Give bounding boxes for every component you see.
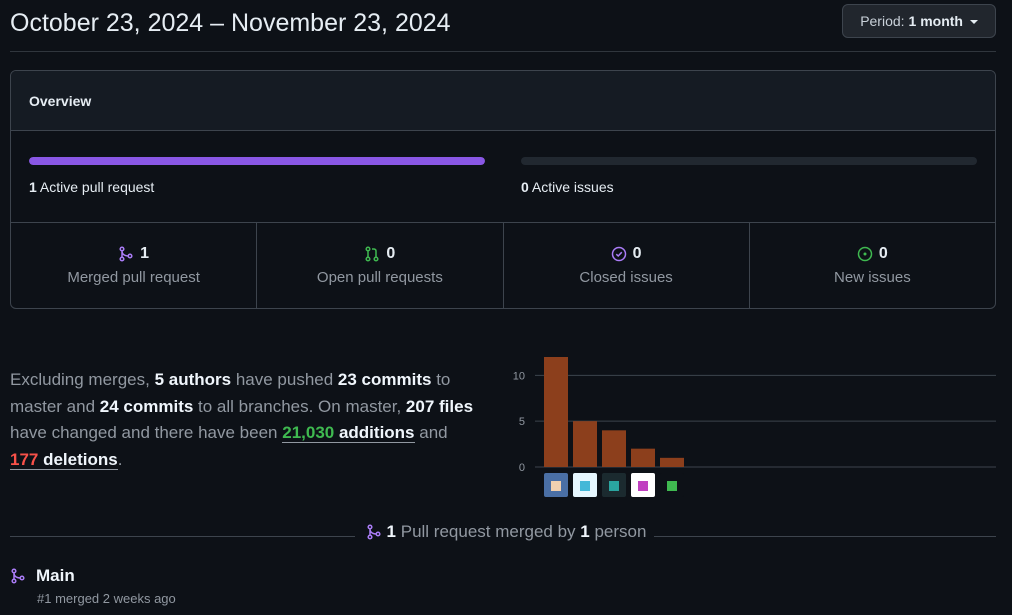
git-merge-icon [119, 246, 133, 262]
merged-summary-line: 1 Pull request merged by 1 person [0, 522, 1012, 542]
summary-text: have pushed [231, 370, 338, 389]
additions-link[interactable]: 21,030 additions [282, 423, 415, 443]
activity-bars: 1 Active pull request 0 Active issues [11, 131, 995, 223]
pull-request-progress-fill [29, 157, 485, 165]
active-issues-link[interactable]: 0 Active issues [521, 179, 614, 195]
bar-author-3 [602, 430, 626, 467]
pull-request-item: Main #1 merged 2 weeks ago [10, 566, 176, 606]
avatar-detail [609, 481, 619, 491]
people-count: 1 [580, 522, 590, 541]
pull-request-meta: #1 merged 2 weeks ago [37, 591, 176, 606]
avatar-detail [580, 481, 590, 491]
pull-request-title-link[interactable]: Main [36, 566, 75, 586]
closed-issues-count: 0 [632, 245, 642, 262]
active-pr-label: Active pull request [39, 179, 155, 195]
period-dropdown-button[interactable]: Period: 1 month [842, 4, 996, 38]
all-branch-commits: 24 commits [99, 396, 194, 416]
period-label: Period: [860, 13, 905, 29]
new-issues-label: New issues [834, 269, 911, 286]
git-pull-request-icon [365, 246, 379, 262]
person-text: person [589, 522, 647, 541]
active-pr-count: 1 [29, 179, 37, 195]
new-issues-count: 0 [878, 245, 888, 262]
y-tick-label: 0 [519, 462, 525, 474]
bar-author-4 [631, 448, 655, 467]
stat-merged-pull-requests[interactable]: 1 Merged pull request [11, 223, 258, 308]
overview-title: Overview [11, 71, 995, 131]
date-range-title: October 23, 2024 – November 23, 2024 [10, 9, 451, 37]
master-commits: 23 commits [337, 370, 432, 389]
avatar-detail [638, 481, 648, 491]
period-value: 1 month [908, 13, 963, 29]
open-pr-count: 0 [386, 245, 396, 262]
stats-row: 1 Merged pull request 0 Open pull reques… [11, 223, 995, 308]
bar-author-5 [660, 457, 684, 467]
merged-text: Pull request merged by [396, 522, 581, 541]
issue-opened-icon [857, 246, 873, 262]
deletions-count: 177 [10, 449, 39, 469]
merged-label: Merged pull request [67, 269, 200, 286]
summary-text: . [117, 449, 123, 469]
avatar-detail [551, 481, 561, 491]
bar-author-1 [544, 357, 568, 467]
merged-pr-count: 1 [386, 522, 397, 541]
summary-text: and [414, 423, 448, 442]
stat-open-pull-requests[interactable]: 0 Open pull requests [257, 223, 504, 308]
pull-request-progress-bar [29, 157, 485, 165]
merged-count: 1 [140, 245, 150, 262]
contributors-bar-chart: 10 5 0 [513, 357, 996, 497]
bar-author-2 [573, 421, 597, 467]
additions-word: additions [334, 423, 415, 442]
open-pr-label: Open pull requests [316, 269, 443, 286]
summary-text: to all branches. On master, [193, 396, 406, 416]
stat-new-issues[interactable]: 0 New issues [750, 223, 995, 308]
issue-closed-icon [611, 246, 626, 262]
git-merge-icon [11, 568, 25, 584]
active-pull-request-link[interactable]: 1 Active pull request [29, 179, 154, 195]
stat-closed-issues[interactable]: 0 Closed issues [504, 223, 750, 308]
files-changed: 207 files [405, 396, 474, 416]
y-tick-label: 10 [513, 370, 525, 382]
deletions-link[interactable]: 177 deletions [10, 449, 118, 470]
overview-panel: Overview 1 Active pull request 0 Active … [10, 70, 996, 309]
issues-progress-bar [521, 157, 977, 165]
avatar-detail [667, 481, 677, 491]
caret-down-icon [970, 20, 978, 24]
git-merge-icon [366, 524, 381, 540]
summary-text: Excluding merges, [10, 370, 155, 389]
page-header: October 23, 2024 – November 23, 2024 Per… [10, 0, 996, 52]
authors-count: 5 authors [154, 370, 232, 389]
closed-issues-label: Closed issues [579, 269, 673, 286]
summary-text: have changed and there have been [10, 423, 283, 442]
active-issues-count: 0 [521, 179, 529, 195]
active-issues-label: Active issues [531, 179, 614, 195]
commit-summary: Excluding merges, 5 authors have pushed … [10, 367, 480, 473]
y-tick-label: 5 [519, 416, 525, 428]
additions-count: 21,030 [282, 423, 335, 442]
deletions-word: deletions [38, 449, 118, 469]
